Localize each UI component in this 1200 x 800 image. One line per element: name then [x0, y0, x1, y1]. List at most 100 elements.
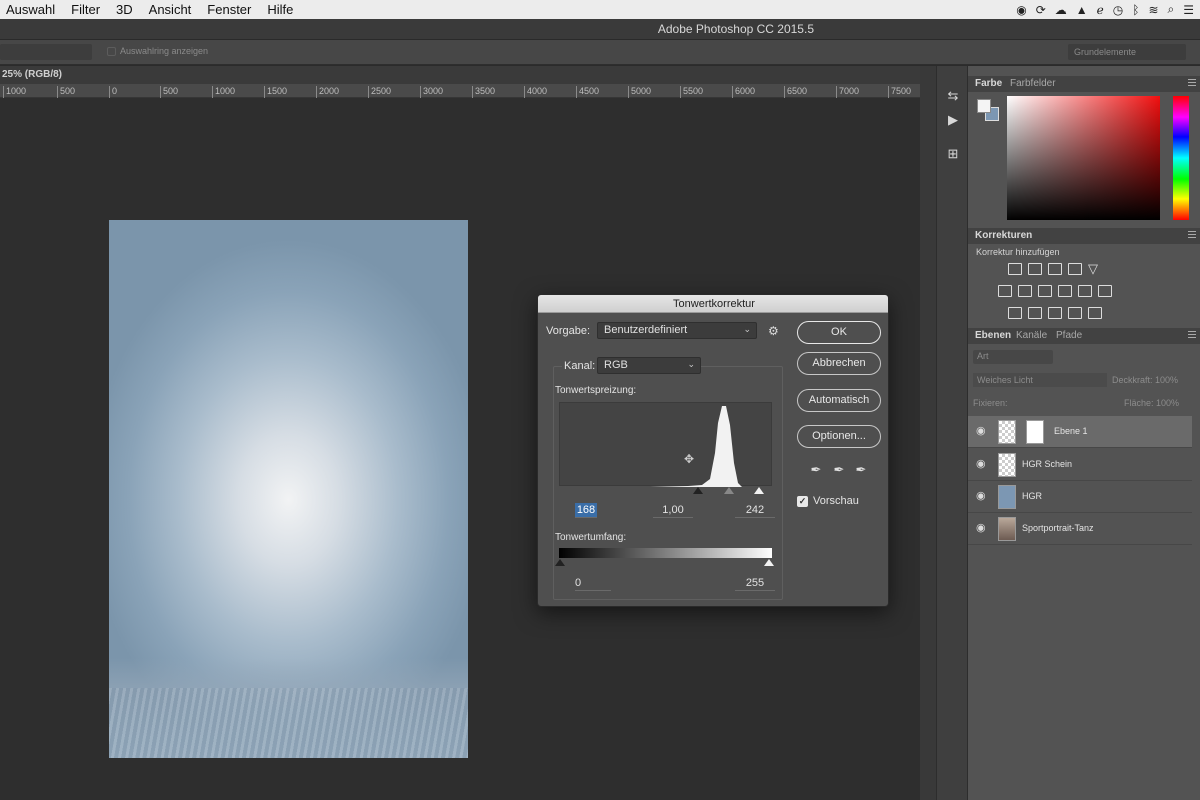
- input-white-field[interactable]: 242: [735, 503, 775, 518]
- hue-slider[interactable]: [1173, 96, 1189, 220]
- input-white-slider[interactable]: [754, 487, 764, 494]
- layer-filter-input[interactable]: Art: [973, 350, 1053, 364]
- ruler-label: 1500: [264, 86, 287, 98]
- layer-thumbnail: [998, 517, 1016, 541]
- curves-icon[interactable]: [1048, 263, 1062, 275]
- color-picker-field[interactable]: [1007, 96, 1160, 220]
- color-balance-icon[interactable]: [1018, 285, 1032, 297]
- vibrance-icon[interactable]: ▽: [1088, 261, 1098, 277]
- exposure-icon[interactable]: [1068, 263, 1082, 275]
- cloud-icon[interactable]: ☁: [1055, 3, 1067, 17]
- ruler-label: 4500: [576, 86, 599, 98]
- menu-item-auswahl[interactable]: Auswahl: [0, 0, 63, 19]
- ok-button[interactable]: OK: [797, 321, 881, 344]
- levels-dialog: Tonwertkorrektur Vorgabe: Benutzerdefini…: [537, 294, 889, 607]
- layer-name: HGR: [1022, 491, 1042, 501]
- preset-select[interactable]: Benutzerdefiniert ⌄: [597, 322, 757, 339]
- eye-icon[interactable]: ◉: [976, 426, 988, 437]
- tab-korrekturen[interactable]: Korrekturen: [975, 230, 1032, 241]
- workspace-switcher[interactable]: Grundelemente: [1068, 44, 1186, 60]
- bluetooth-icon[interactable]: ᛒ: [1132, 3, 1139, 17]
- options-button[interactable]: Optionen...: [797, 425, 881, 448]
- tab-ebenen[interactable]: Ebenen: [975, 330, 1011, 341]
- search-icon[interactable]: ⌕: [1168, 2, 1175, 17]
- color-lookup-icon[interactable]: [1098, 285, 1112, 297]
- white-eyedropper-icon[interactable]: ✒: [854, 463, 868, 477]
- menu-item-ansicht[interactable]: Ansicht: [141, 0, 200, 19]
- hue-saturation-icon[interactable]: [998, 285, 1012, 297]
- gradient-map-icon[interactable]: [1068, 307, 1082, 319]
- brightness-icon[interactable]: [1008, 263, 1022, 275]
- gear-icon[interactable]: ⚙: [768, 324, 779, 338]
- channel-select[interactable]: RGB ⌄: [597, 357, 701, 374]
- eye-icon[interactable]: ◉: [976, 459, 988, 470]
- chevron-down-icon: ⌄: [687, 359, 695, 369]
- panel-menu-icon[interactable]: [1188, 331, 1196, 338]
- layer-row-hgr-schein[interactable]: ◉ HGR Schein: [968, 449, 1192, 481]
- gray-eyedropper-icon[interactable]: ✒: [832, 463, 846, 477]
- input-black-field[interactable]: 168: [575, 503, 597, 518]
- ruler-label: 7000: [836, 86, 859, 98]
- panel-menu-icon[interactable]: [1188, 79, 1196, 86]
- actions-play-icon[interactable]: ▶: [945, 112, 961, 128]
- threshold-icon[interactable]: [1048, 307, 1062, 319]
- layer-thumbnail: [998, 420, 1016, 444]
- document-tab[interactable]: 25% (RGB/8): [0, 66, 920, 84]
- tool-option-field[interactable]: [0, 44, 92, 60]
- layer-row-sportportrait-tanz[interactable]: ◉ Sportportrait-Tanz: [968, 513, 1192, 545]
- output-black-field[interactable]: 0: [575, 576, 611, 591]
- panel-menu-icon[interactable]: [1188, 231, 1196, 238]
- selection-ring-checkbox[interactable]: [107, 47, 116, 56]
- drive-icon[interactable]: ▲: [1076, 3, 1088, 17]
- menu-item-3d[interactable]: 3D: [108, 0, 141, 19]
- list-icon[interactable]: ☰: [1183, 3, 1194, 17]
- eye-icon[interactable]: ◉: [976, 523, 988, 534]
- input-levels-label: Tonwertspreizung:: [555, 385, 637, 396]
- properties-icon[interactable]: ⊞: [945, 146, 961, 162]
- auto-button[interactable]: Automatisch: [797, 389, 881, 412]
- menu-item-filter[interactable]: Filter: [63, 0, 108, 19]
- tab-pfade[interactable]: Pfade: [1056, 330, 1082, 341]
- menu-item-fenster[interactable]: Fenster: [199, 0, 259, 19]
- sync-icon[interactable]: ⟳: [1036, 3, 1046, 17]
- output-levels-label: Tonwertumfang:: [555, 532, 627, 543]
- input-gamma-slider[interactable]: [724, 487, 734, 494]
- output-white-field[interactable]: 255: [735, 576, 775, 591]
- cancel-button[interactable]: Abbrechen: [797, 352, 881, 375]
- script-icon[interactable]: ℯ: [1097, 3, 1104, 17]
- selective-color-icon[interactable]: [1088, 307, 1102, 319]
- input-gamma-field[interactable]: 1,00: [653, 503, 693, 518]
- channel-mixer-icon[interactable]: [1078, 285, 1092, 297]
- foreground-color-swatch[interactable]: [977, 99, 991, 113]
- preview-checkbox[interactable]: ✓: [797, 496, 808, 507]
- invert-icon[interactable]: [1008, 307, 1022, 319]
- black-eyedropper-icon[interactable]: ✒: [809, 463, 823, 477]
- blend-mode-select[interactable]: Weiches Licht: [973, 373, 1107, 387]
- output-black-slider[interactable]: [555, 559, 565, 566]
- posterize-icon[interactable]: [1028, 307, 1042, 319]
- menu-item-hilfe[interactable]: Hilfe: [259, 0, 301, 19]
- layer-row-ebene-1[interactable]: ◉ Ebene 1: [968, 416, 1192, 448]
- output-white-slider[interactable]: [764, 559, 774, 566]
- timemachine-icon[interactable]: ◷: [1113, 3, 1123, 17]
- tab-kanaele[interactable]: Kanäle: [1016, 330, 1047, 341]
- output-gradient: [559, 548, 772, 558]
- photo-filter-icon[interactable]: [1058, 285, 1072, 297]
- wifi-icon[interactable]: ≋: [1148, 3, 1158, 17]
- tab-farbfelder[interactable]: Farbfelder: [1010, 78, 1056, 89]
- document-canvas[interactable]: [109, 220, 468, 758]
- history-icon[interactable]: ⇆: [945, 88, 961, 104]
- fill-value[interactable]: 100%: [1156, 398, 1179, 408]
- record-icon[interactable]: ◉: [1016, 3, 1026, 17]
- levels-icon[interactable]: [1028, 263, 1042, 275]
- menu-bar: Auswahl Filter 3D Ansicht Fenster Hilfe …: [0, 0, 1200, 19]
- opacity-value[interactable]: 100%: [1155, 375, 1178, 385]
- layer-mask-thumbnail[interactable]: [1026, 420, 1044, 444]
- eye-icon[interactable]: ◉: [976, 491, 988, 502]
- tab-farbe[interactable]: Farbe: [975, 78, 1002, 89]
- layer-row-hgr[interactable]: ◉ HGR: [968, 481, 1192, 513]
- ruler-label: 6500: [784, 86, 807, 98]
- app-title: Adobe Photoshop CC 2015.5: [657, 22, 814, 36]
- input-black-slider[interactable]: [693, 487, 703, 494]
- black-white-icon[interactable]: [1038, 285, 1052, 297]
